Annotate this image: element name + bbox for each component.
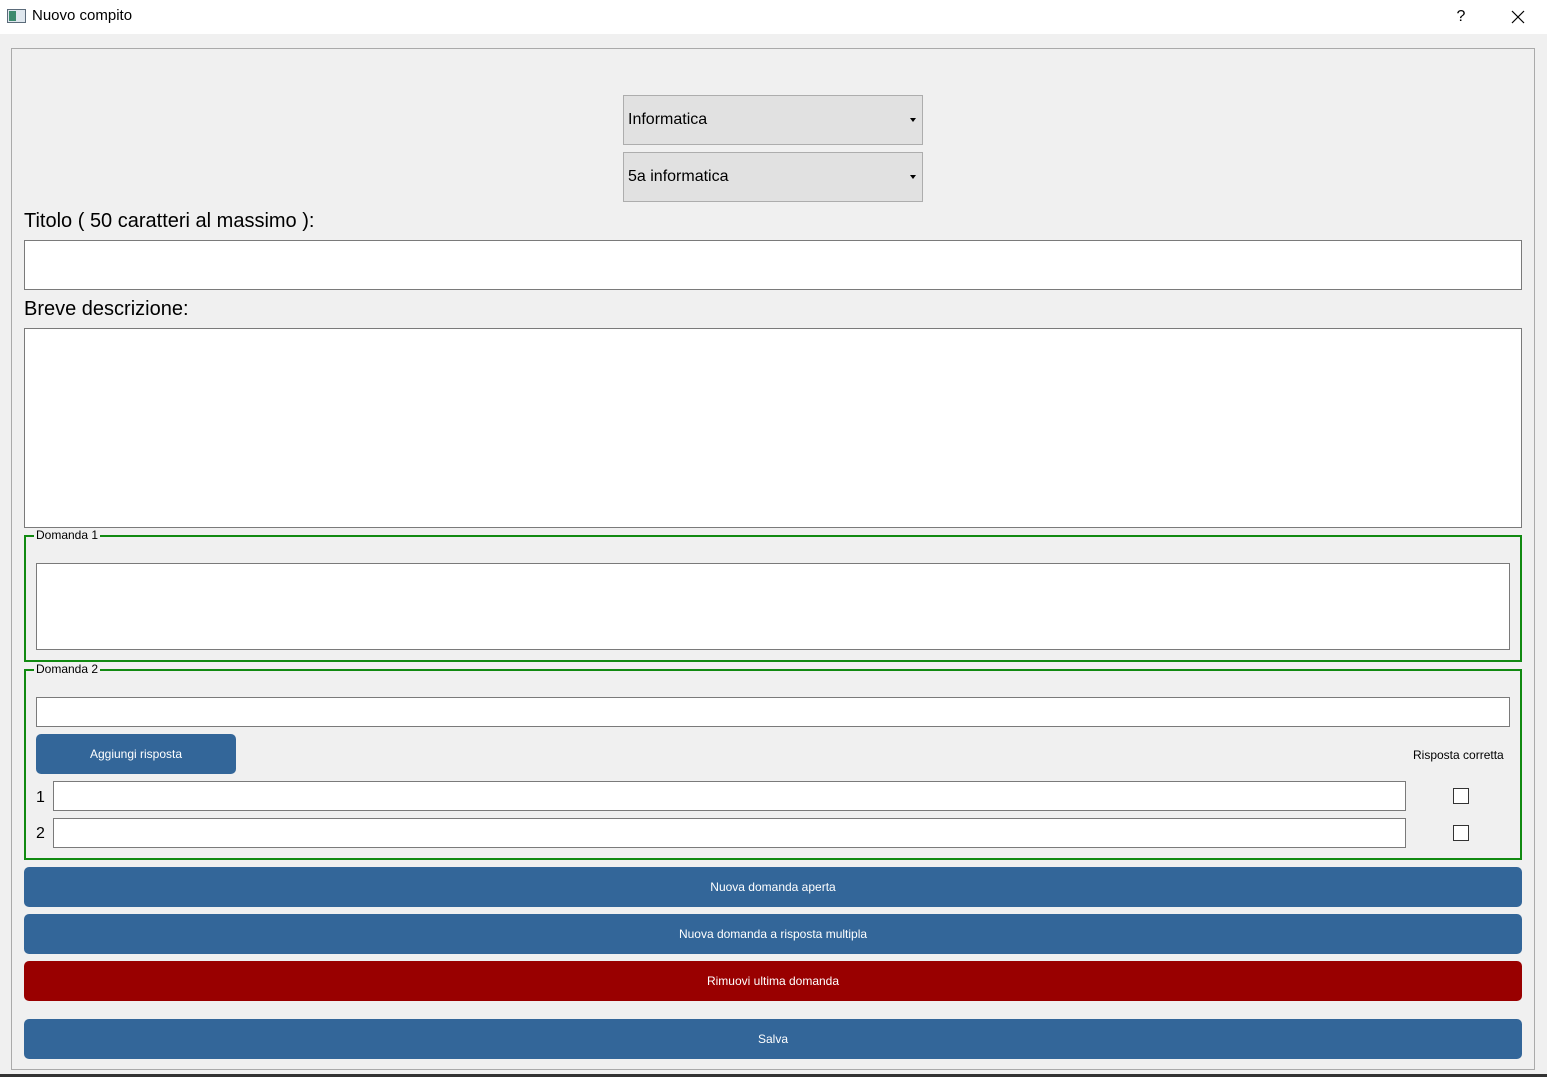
description-textarea[interactable] [24,328,1522,528]
answer-1-input[interactable] [53,781,1406,811]
close-icon [1511,10,1525,24]
save-button[interactable]: Salva [24,1019,1522,1059]
correct-answer-header: Risposta corretta [1413,748,1504,762]
answer-number: 2 [36,825,45,842]
question-1-textarea[interactable] [36,563,1510,650]
title-bar: Nuovo compito ? [0,0,1547,34]
chevron-down-icon [910,118,916,122]
close-button[interactable] [1503,4,1533,30]
class-select[interactable]: 5a informatica [623,152,923,202]
chevron-down-icon [910,175,916,179]
add-answer-button[interactable]: Aggiungi risposta [36,734,236,774]
question-title: Domanda 1 [34,528,101,542]
question-title: Domanda 2 [34,662,101,676]
answer-2-input[interactable] [53,818,1406,848]
app-icon [7,9,26,23]
answer-number: 1 [36,789,45,806]
new-open-question-button[interactable]: Nuova domanda aperta [24,867,1522,907]
window-title: Nuovo compito [32,7,133,24]
class-select-value: 5a informatica [628,168,729,185]
subject-select-value: Informatica [628,111,708,128]
description-label: Breve descrizione: [24,298,189,320]
answer-2-correct-checkbox[interactable] [1453,825,1469,841]
new-multiple-choice-button[interactable]: Nuova domanda a risposta multipla [24,914,1522,954]
title-input[interactable] [24,240,1522,290]
answer-1-correct-checkbox[interactable] [1453,788,1469,804]
question-2-input[interactable] [36,697,1510,727]
title-label: Titolo ( 50 caratteri al massimo ): [24,210,315,232]
remove-last-question-button[interactable]: Rimuovi ultima domanda [24,961,1522,1001]
help-button[interactable]: ? [1448,4,1474,30]
subject-select[interactable]: Informatica [623,95,923,145]
